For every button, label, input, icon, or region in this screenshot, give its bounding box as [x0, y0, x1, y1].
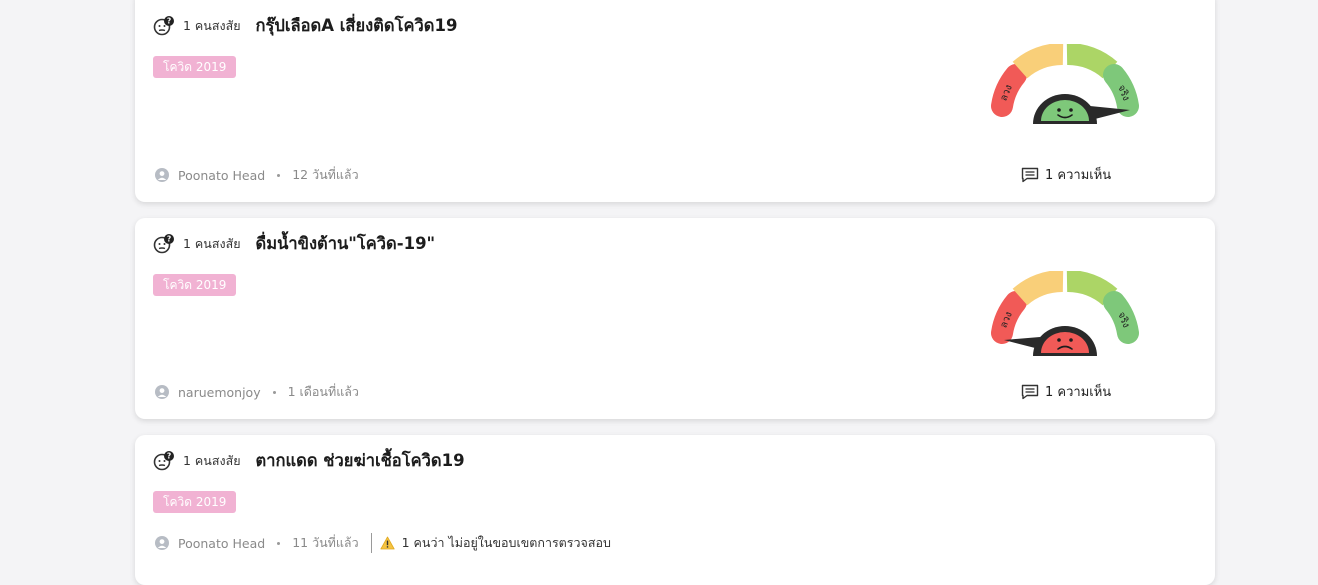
out-of-scope-notice: 1 คนว่า ไม่อยู่ในขอบเขตการตรวจสอบ	[401, 535, 611, 550]
author-name[interactable]: naruemonjoy	[178, 385, 261, 400]
doubt-face-icon: ?	[153, 16, 174, 36]
truth-gauge: ลวง จริง	[991, 271, 1139, 356]
meta-separator-dot	[272, 390, 276, 394]
author-name[interactable]: Poonato Head	[178, 168, 265, 183]
meta-divider	[370, 533, 372, 553]
comment-icon	[1021, 384, 1039, 399]
claim-meta: Poonato Head 12 วันที่แล้ว	[155, 165, 359, 185]
post-time: 12 วันที่แล้ว	[292, 167, 359, 182]
comment-icon	[1021, 167, 1039, 182]
claim-card[interactable]: ? 1 คนสงสัย ดื่มน้ำขิงต้าน"โควิด-19" โคว…	[135, 218, 1215, 419]
category-tag[interactable]: โควิด 2019	[153, 56, 237, 78]
user-icon	[155, 536, 169, 550]
claim-header: ? 1 คนสงสัย ตากแดด ช่วยฆ่าเชื้อโควิด19	[153, 451, 465, 471]
comment-count: 1 ความเห็น	[1045, 385, 1112, 400]
svg-text:?: ?	[167, 17, 171, 26]
claim-title[interactable]: ตากแดด ช่วยฆ่าเชื้อโควิด19	[256, 448, 465, 474]
claim-title[interactable]: ดื่มน้ำขิงต้าน"โควิด-19"	[256, 231, 436, 257]
claim-card[interactable]: ? 1 คนสงสัย ตากแดด ช่วยฆ่าเชื้อโควิด19 โ…	[135, 435, 1215, 585]
truth-gauge: ลวง จริง	[991, 44, 1139, 124]
meta-separator-dot	[277, 173, 281, 177]
comment-count-link[interactable]: 1 ความเห็น	[1021, 164, 1111, 185]
user-icon	[155, 385, 169, 399]
claim-meta: naruemonjoy 1 เดือนที่แล้ว	[155, 382, 359, 402]
post-time: 11 วันที่แล้ว	[292, 535, 359, 550]
post-time: 1 เดือนที่แล้ว	[287, 384, 359, 399]
svg-text:?: ?	[167, 235, 171, 244]
comment-count-link[interactable]: 1 ความเห็น	[1021, 381, 1111, 402]
doubt-face-icon: ?	[153, 451, 174, 471]
user-icon	[155, 168, 169, 182]
doubt-count: 1 คนสงสัย	[183, 236, 241, 251]
claim-header: ? 1 คนสงสัย ดื่มน้ำขิงต้าน"โควิด-19"	[153, 234, 435, 254]
meta-separator-dot	[277, 541, 281, 545]
comment-count: 1 ความเห็น	[1045, 168, 1112, 183]
claim-header: ? 1 คนสงสัย กรุ๊ปเลือดA เสี่ยงติดโควิด19	[153, 16, 457, 36]
doubt-count: 1 คนสงสัย	[183, 18, 241, 33]
category-tag[interactable]: โควิด 2019	[153, 491, 237, 513]
claim-card[interactable]: ? 1 คนสงสัย กรุ๊ปเลือดA เสี่ยงติดโควิด19…	[135, 0, 1215, 202]
doubt-face-icon: ?	[153, 234, 174, 254]
warning-icon	[380, 536, 395, 550]
author-name[interactable]: Poonato Head	[178, 536, 265, 551]
doubt-count: 1 คนสงสัย	[183, 453, 241, 468]
claim-meta: Poonato Head 11 วันที่แล้ว 1 คนว่า ไม่อย…	[155, 533, 611, 553]
claim-title[interactable]: กรุ๊ปเลือดA เสี่ยงติดโควิด19	[256, 13, 458, 39]
category-tag[interactable]: โควิด 2019	[153, 274, 237, 296]
svg-text:?: ?	[167, 452, 171, 461]
